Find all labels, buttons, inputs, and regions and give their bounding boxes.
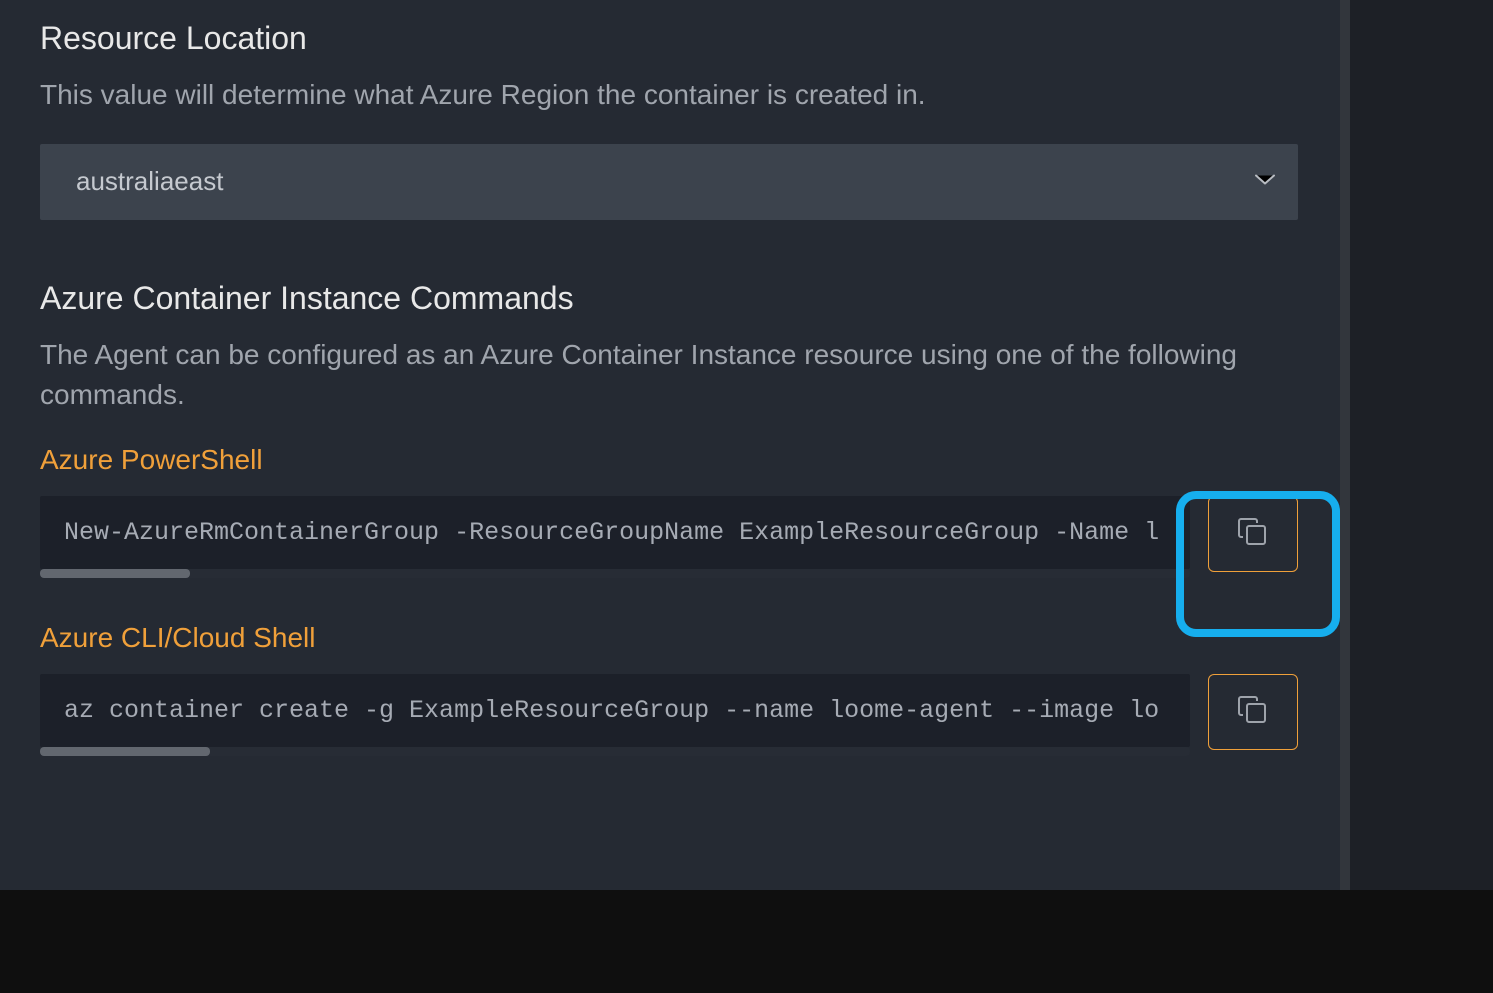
- copy-icon: [1236, 693, 1270, 730]
- resource-location-title: Resource Location: [40, 20, 1300, 57]
- powershell-scrollbar-thumb[interactable]: [40, 569, 190, 578]
- copy-powershell-button[interactable]: [1208, 496, 1298, 572]
- right-gutter: [1340, 0, 1493, 890]
- resource-location-description: This value will determine what Azure Reg…: [40, 75, 1300, 116]
- cli-code-area: az container create -g ExampleResourceGr…: [40, 674, 1190, 756]
- resource-location-selected-value: australiaeast: [76, 166, 223, 197]
- bottom-gutter: [0, 890, 1493, 993]
- resource-location-section: Resource Location This value will determ…: [40, 20, 1300, 220]
- cli-label: Azure CLI/Cloud Shell: [40, 622, 1300, 654]
- commands-section: Azure Container Instance Commands The Ag…: [40, 280, 1300, 756]
- main-panel: Resource Location This value will determ…: [0, 0, 1340, 890]
- cli-code[interactable]: az container create -g ExampleResourceGr…: [40, 674, 1190, 747]
- powershell-code[interactable]: New-AzureRmContainerGroup -ResourceGroup…: [40, 496, 1190, 569]
- right-gutter-line: [1340, 0, 1350, 890]
- powershell-row: New-AzureRmContainerGroup -ResourceGroup…: [40, 496, 1300, 578]
- cli-scrollbar-track[interactable]: [40, 747, 1190, 756]
- copy-icon: [1236, 515, 1270, 552]
- commands-title: Azure Container Instance Commands: [40, 280, 1300, 317]
- powershell-label: Azure PowerShell: [40, 444, 1300, 476]
- cli-row: az container create -g ExampleResourceGr…: [40, 674, 1300, 756]
- powershell-code-area: New-AzureRmContainerGroup -ResourceGroup…: [40, 496, 1190, 578]
- commands-description: The Agent can be configured as an Azure …: [40, 335, 1300, 416]
- resource-location-select-wrap: australiaeast: [40, 144, 1298, 220]
- powershell-scrollbar-track[interactable]: [40, 569, 1190, 578]
- resource-location-select[interactable]: australiaeast: [40, 144, 1298, 220]
- copy-cli-button[interactable]: [1208, 674, 1298, 750]
- cli-scrollbar-thumb[interactable]: [40, 747, 210, 756]
